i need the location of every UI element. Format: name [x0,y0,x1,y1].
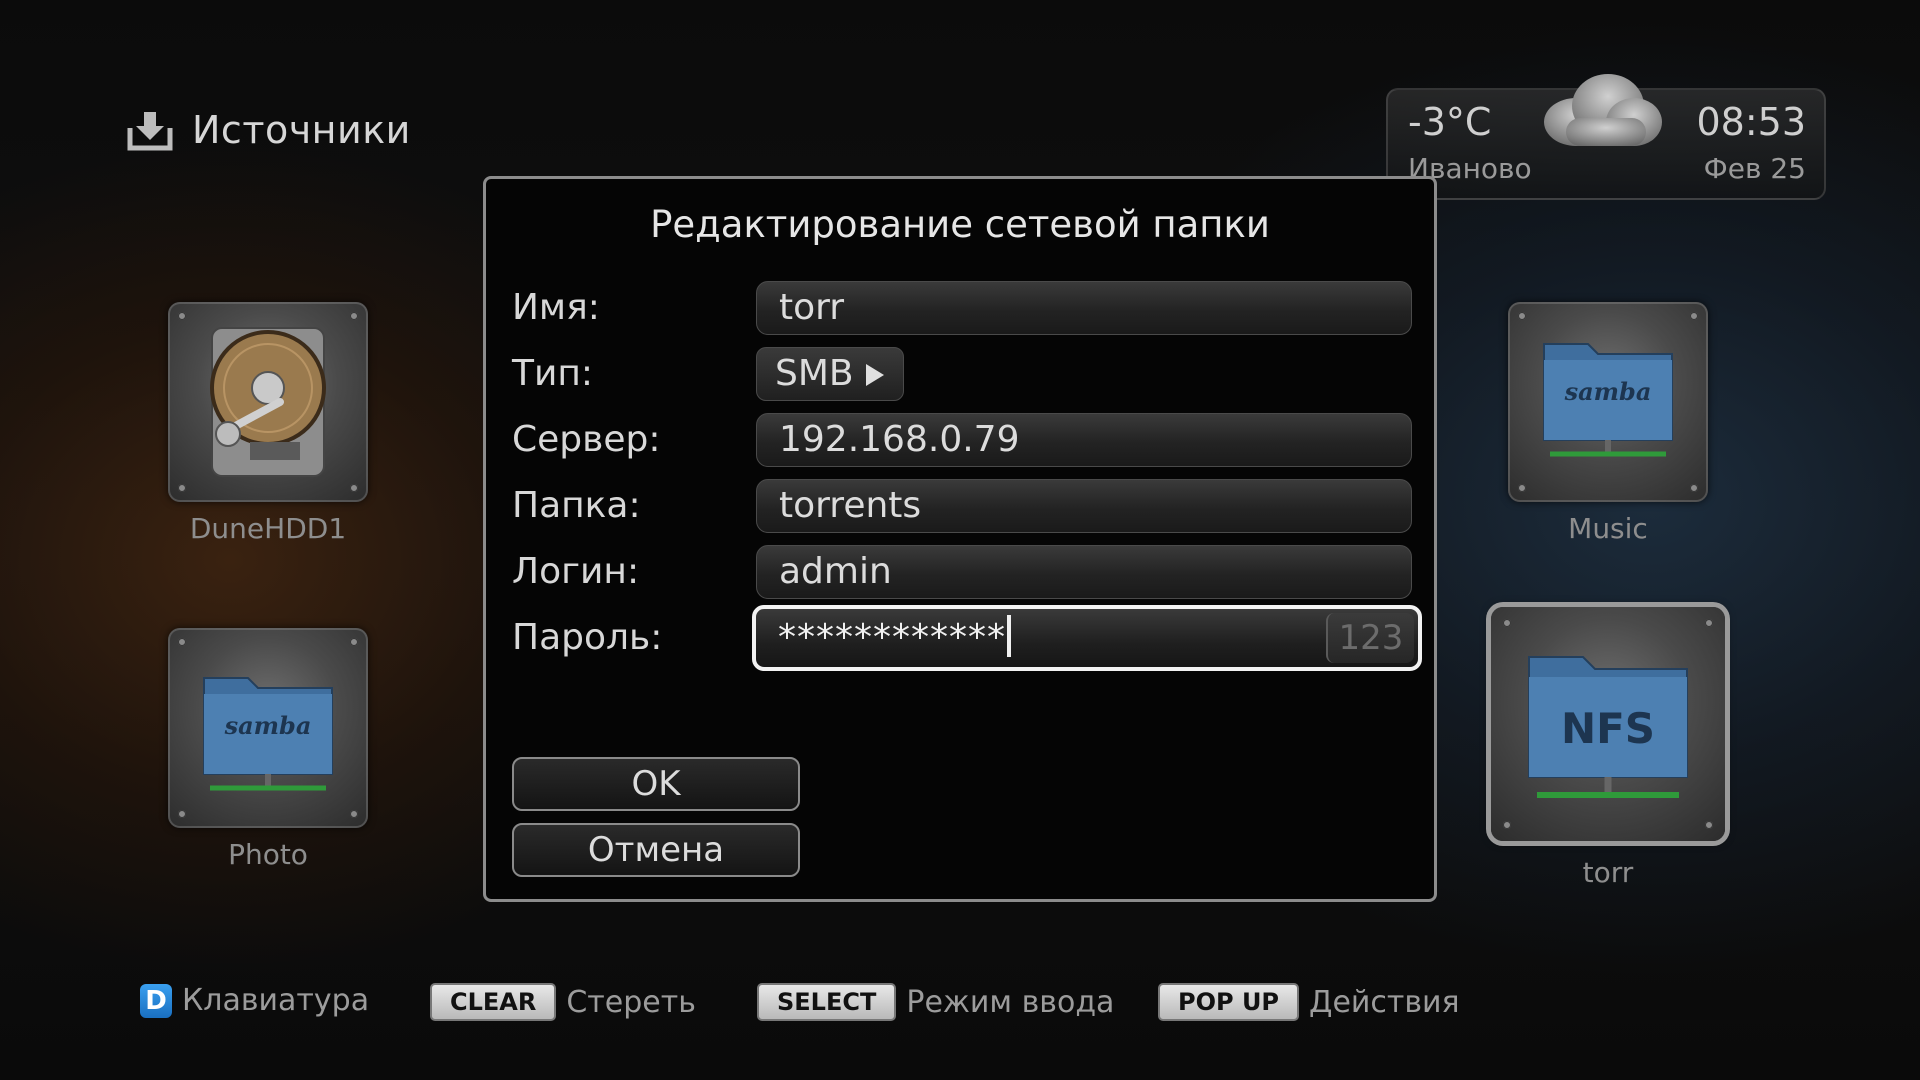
weather-temperature: -3°C [1408,100,1492,144]
edit-network-folder-dialog: Редактирование сетевой папки Имя: torr Т… [483,176,1437,902]
hint-clear[interactable]: CLEAR Стереть [430,983,696,1021]
source-tile-photo[interactable]: samba [168,628,368,828]
hint-label: Клавиатура [182,983,370,1018]
tile-label: Music [1568,512,1648,545]
server-label: Сервер: [512,419,661,460]
tile-label: torr [1582,856,1634,889]
password-label: Пароль: [512,617,663,658]
type-selector[interactable]: SMB [756,347,904,401]
cloud-icon [1544,74,1662,146]
hint-keyboard[interactable]: D Клавиатура [140,983,369,1018]
samba-folder-icon: samba [1543,343,1673,457]
hard-drive-icon [210,327,326,477]
page-title: Источники [192,108,411,152]
svg-text:NFS: NFS [1561,704,1655,753]
hint-label: Режим ввода [906,984,1115,1020]
dialog-title: Редактирование сетевой папки [650,203,1270,246]
svg-text:samba: samba [1564,377,1652,406]
download-tray-icon [127,112,173,151]
current-date: Фев 25 [1703,152,1806,185]
clock-time: 08:53 [1696,100,1806,144]
type-value: SMB [775,353,854,394]
hint-popup[interactable]: POP UP Действия [1158,983,1460,1021]
input-mode-indicator[interactable]: 123 [1326,613,1414,663]
play-arrow-icon [865,364,884,386]
tile-label: Photo [228,838,308,871]
login-label: Логин: [512,551,640,592]
type-label: Тип: [512,353,594,394]
weather-widget: -3°C 08:53 Иваново Фев 25 [1386,74,1826,200]
hint-label: Стереть [566,984,696,1020]
source-tile-torr[interactable]: NFS [1491,607,1725,841]
hint-label: Действия [1309,984,1460,1020]
password-field[interactable]: ************ 123 [752,605,1422,671]
source-tile-dunehdd1[interactable] [168,302,368,502]
d-key-icon: D [140,983,172,1018]
clear-key: CLEAR [430,983,557,1021]
name-field[interactable]: torr [756,281,1412,335]
server-field[interactable]: 192.168.0.79 [756,413,1412,467]
text-caret [1007,615,1011,657]
footer-hints: D Клавиатура CLEAR Стереть SELECT Режим … [0,965,1920,1035]
ok-button[interactable]: OK [512,757,800,811]
hint-select[interactable]: SELECT Режим ввода [757,983,1114,1021]
source-tile-music[interactable]: samba [1508,302,1708,502]
tile-label: DuneHDD1 [189,512,347,545]
page-header: Источники [126,102,411,158]
select-key: SELECT [757,983,897,1021]
folder-label: Папка: [512,485,641,526]
cancel-button[interactable]: Отмена [512,823,800,877]
name-label: Имя: [512,287,600,328]
svg-text:samba: samba [224,711,312,740]
login-field[interactable]: admin [756,545,1412,599]
folder-field[interactable]: torrents [756,479,1412,533]
password-value: ************ [778,613,1011,663]
popup-key: POP UP [1158,983,1300,1021]
nfs-folder-icon: NFS [1528,656,1688,798]
samba-folder-icon: samba [203,677,333,791]
